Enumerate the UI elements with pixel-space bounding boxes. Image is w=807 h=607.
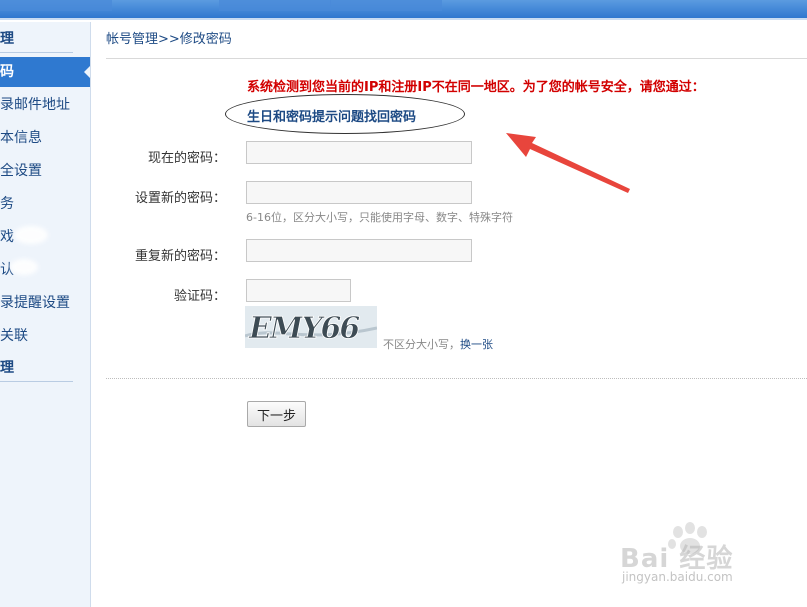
repeat-password-label: 重复新的密码： [134,249,226,264]
sidebar-item-game[interactable]: 戏 [0,222,14,252]
captcha-input[interactable] [246,279,351,302]
breadcrumb: 帐号管理>>修改密码 [106,32,232,47]
recover-password-link[interactable]: 生日和密码提示问题找回密码 [247,106,416,125]
captcha-note: 不区分大小写，换一张 [383,336,493,352]
breadcrumb-divider [106,58,807,59]
watermark-url: jingyan.baidu.com [622,570,733,584]
captcha-image: EMY66 [245,306,377,348]
captcha-label: 验证码： [173,289,226,304]
sidebar-item-association[interactable]: 关联 [0,321,28,351]
top-tab[interactable] [330,0,442,11]
ip-warning-message: 系统检测到您当前的IP和注册IP不在同一地区。为了您的帐号安全，请您通过： [247,80,705,95]
sidebar-item-login-email[interactable]: 录邮件地址 [0,90,70,120]
sidebar-section-heading: 理 [0,25,73,53]
new-password-label: 设置新的密码： [134,191,226,206]
top-nav-bar [0,0,807,20]
form-divider [106,378,807,379]
sidebar-item-change-password[interactable]: 码 [0,57,90,87]
next-step-button[interactable]: 下一步 [247,401,306,427]
sidebar: 理 码 录邮件地址 本信息 全设置 务 戏 认 录提醒设置 关联 理 [0,22,91,607]
sidebar-item-login-reminder[interactable]: 录提醒设置 [0,288,70,318]
current-password-label: 现在的密码： [147,151,226,166]
captcha-text: EMY66 [248,311,360,346]
redaction-blur [10,259,38,275]
captcha-refresh-link[interactable]: 换一张 [460,338,493,351]
sidebar-section-heading: 理 [0,354,73,382]
annotation-arrow-icon [506,133,630,193]
new-password-input[interactable] [246,181,472,204]
sidebar-item-basic-info[interactable]: 本信息 [0,123,42,153]
redaction-blur [14,226,48,244]
top-tab[interactable] [219,0,331,11]
sidebar-item-service[interactable]: 务 [0,189,14,219]
top-tab[interactable] [0,0,112,11]
sidebar-item-security-settings[interactable]: 全设置 [0,156,42,186]
new-password-hint: 6-16位，区分大小写，只能使用字母、数字、特殊字符 [246,211,513,224]
captcha-case-note: 不区分大小写， [383,338,460,351]
repeat-password-input[interactable] [246,239,472,262]
current-password-input[interactable] [246,141,472,164]
